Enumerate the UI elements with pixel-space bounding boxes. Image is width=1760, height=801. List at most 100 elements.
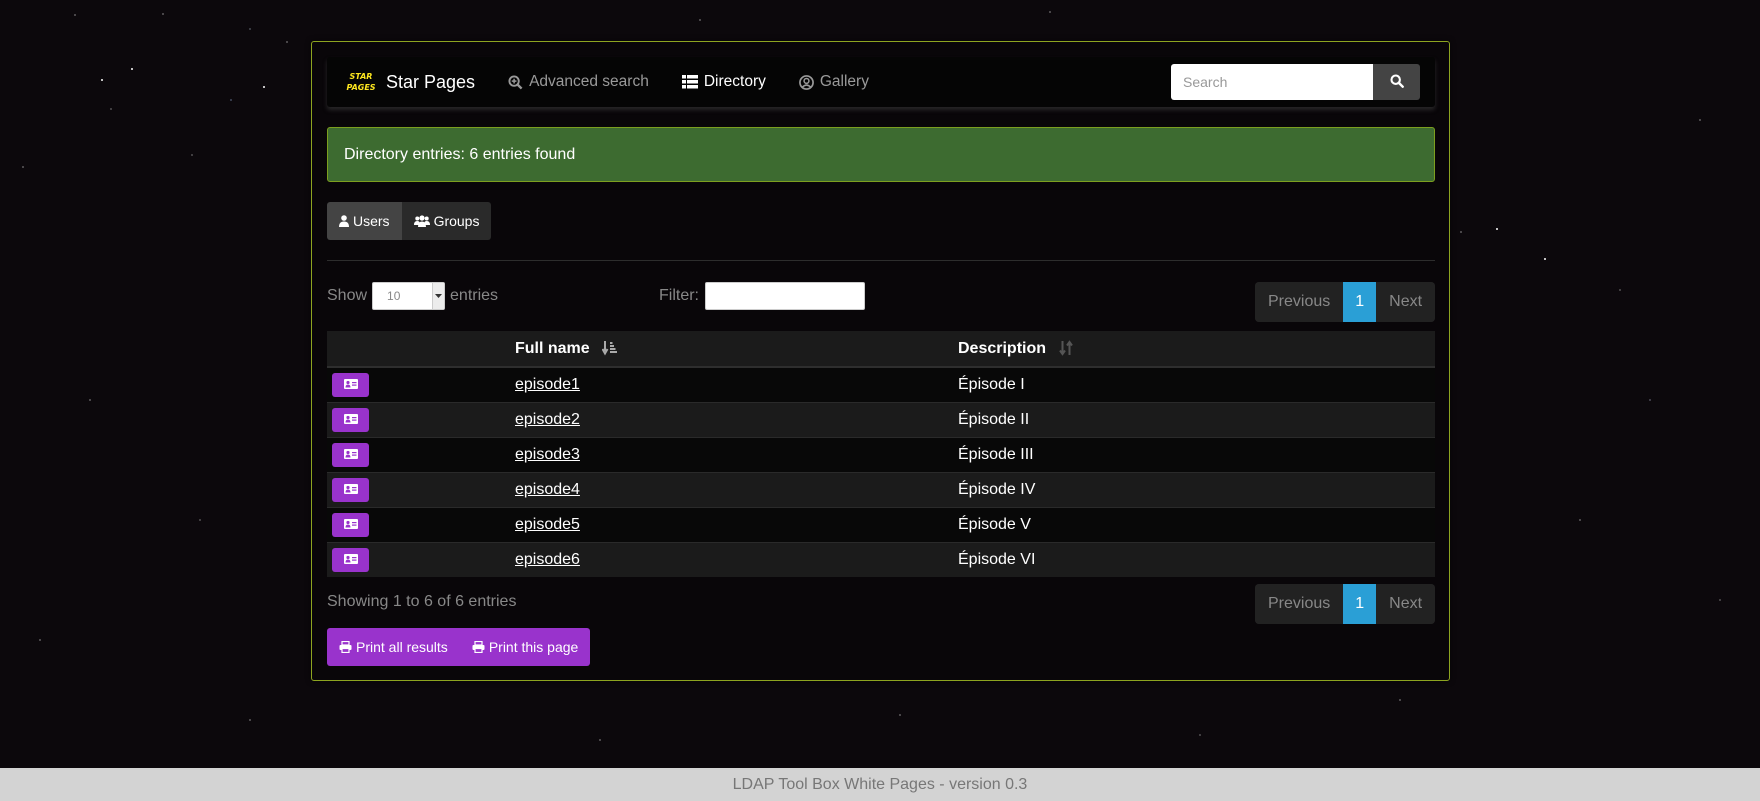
nav-directory-label: Directory [703, 73, 766, 90]
search-plus-icon [508, 74, 523, 90]
table-row: episode2 Épisode II [327, 401, 1435, 437]
description-cell: Épisode III [950, 436, 1435, 472]
tab-users-label: Users [353, 213, 390, 229]
table-row: episode4 Épisode IV [327, 471, 1435, 507]
next-button[interactable]: Next [1376, 584, 1436, 624]
view-card-button[interactable] [332, 407, 369, 432]
table-body: episode1 Épisode Iepisode2 Épisode II episo… [327, 366, 1435, 577]
id-card-icon [343, 376, 358, 394]
footer: LDAP Tool Box White Pages - version 0.3 [0, 768, 1760, 801]
pagination-top: Previous 1 Next [1255, 282, 1436, 322]
filter-label: Filter: [659, 287, 699, 304]
page-1-button[interactable]: 1 [1343, 584, 1377, 624]
nav-gallery[interactable]: Gallery [798, 73, 869, 91]
row-action-cell [327, 471, 507, 507]
caret-down-icon [432, 283, 445, 309]
row-action-cell [327, 541, 507, 577]
row-action-cell [327, 366, 507, 402]
column-header-actions [327, 331, 507, 368]
full-name-header-label: Full name [515, 339, 590, 357]
id-card-icon [343, 551, 358, 569]
table-row: episode3 Épisode III [327, 436, 1435, 472]
id-card-icon [343, 411, 358, 429]
main-panel: STAR PAGES Star Pages Advanced search Di… [311, 41, 1450, 681]
table-header-row: Full name Description [327, 331, 1435, 368]
entries-label: entries [450, 287, 499, 304]
print-all-label: Print all results [356, 639, 448, 655]
tab-groups[interactable]: Groups [401, 202, 492, 240]
search-button[interactable] [1373, 64, 1420, 100]
page-length-select[interactable]: 10 [372, 282, 446, 310]
nav-gallery-label: Gallery [819, 73, 869, 90]
print-all-button[interactable]: Print all results [327, 628, 460, 666]
full-name-cell: episode1 [507, 366, 950, 402]
view-card-button[interactable] [332, 512, 369, 537]
table-row: episode5 Épisode V [327, 506, 1435, 542]
previous-button[interactable]: Previous [1255, 282, 1344, 322]
pagination-bottom: Previous 1 Next [1255, 584, 1436, 624]
table-info: Showing 1 to 6 of 6 entries [327, 593, 517, 610]
show-label: Show [327, 287, 368, 304]
id-card-icon [343, 481, 358, 499]
view-card-button[interactable] [332, 442, 369, 467]
description-cell: Épisode I [950, 366, 1435, 402]
description-cell: Épisode IV [950, 471, 1435, 507]
results-alert: Directory entries: 6 entries found [327, 127, 1435, 182]
table-row: episode6 Épisode VI [327, 541, 1435, 577]
page-length-value: 10 [387, 289, 401, 303]
brand-name: Star Pages [386, 71, 476, 92]
print-page-button[interactable]: Print this page [460, 628, 591, 666]
full-name-cell: episode2 [507, 401, 950, 437]
results-alert-text: Directory entries: 6 entries found [344, 145, 576, 163]
view-card-button[interactable] [332, 477, 369, 502]
page-length-control: Show 10 entries [327, 282, 498, 310]
entry-name-link[interactable]: episode5 [515, 516, 580, 533]
star-pages-logo: STAR PAGES [344, 67, 378, 97]
search-input[interactable] [1171, 64, 1373, 100]
full-name-cell: episode5 [507, 506, 950, 542]
search-icon [1389, 73, 1404, 91]
previous-button[interactable]: Previous [1255, 584, 1344, 624]
navbar: STAR PAGES Star Pages Advanced search Di… [327, 57, 1435, 107]
divider [327, 260, 1435, 261]
row-action-cell [327, 401, 507, 437]
nav-advanced-search[interactable]: Advanced search [508, 73, 649, 91]
entry-name-link[interactable]: episode4 [515, 481, 580, 498]
view-card-button[interactable] [332, 372, 369, 397]
brand[interactable]: STAR PAGES Star Pages [344, 67, 475, 97]
view-card-button[interactable] [332, 547, 369, 572]
full-name-cell: episode6 [507, 541, 950, 577]
sort-both-icon [1058, 340, 1074, 356]
nav-directory[interactable]: Directory [681, 73, 766, 91]
next-button[interactable]: Next [1376, 282, 1436, 322]
row-action-cell [327, 436, 507, 472]
entry-name-link[interactable]: episode1 [515, 376, 580, 393]
column-header-description[interactable]: Description [950, 331, 1435, 368]
full-name-cell: episode4 [507, 471, 950, 507]
nav-advanced-search-label: Advanced search [529, 73, 649, 90]
directory-table: Full name Description episode1 Épisode Ie… [327, 331, 1435, 577]
tab-users[interactable]: Users [327, 202, 402, 240]
user-circle-icon [798, 74, 814, 90]
entry-name-link[interactable]: episode2 [515, 411, 580, 428]
filter-input[interactable] [705, 282, 865, 310]
page-1-button[interactable]: 1 [1343, 282, 1377, 322]
entry-name-link[interactable]: episode3 [515, 446, 580, 463]
users-icon [413, 215, 430, 227]
user-icon [339, 215, 349, 227]
description-cell: Épisode VI [950, 541, 1435, 577]
logo-line-1: STAR [349, 72, 373, 81]
navbar-search [1171, 64, 1420, 100]
logo-line-2: PAGES [346, 83, 376, 92]
description-cell: Épisode II [950, 401, 1435, 437]
id-card-icon [343, 516, 358, 534]
print-icon [339, 641, 352, 653]
description-header-label: Description [958, 339, 1047, 357]
column-header-full-name[interactable]: Full name [507, 331, 950, 368]
tab-groups-label: Groups [433, 213, 480, 229]
entry-name-link[interactable]: episode6 [515, 551, 580, 568]
footer-text: LDAP Tool Box White Pages - version 0.3 [732, 775, 1028, 793]
full-name-cell: episode3 [507, 436, 950, 472]
id-card-icon [343, 446, 358, 464]
entity-tabs: Users Groups [327, 202, 492, 240]
